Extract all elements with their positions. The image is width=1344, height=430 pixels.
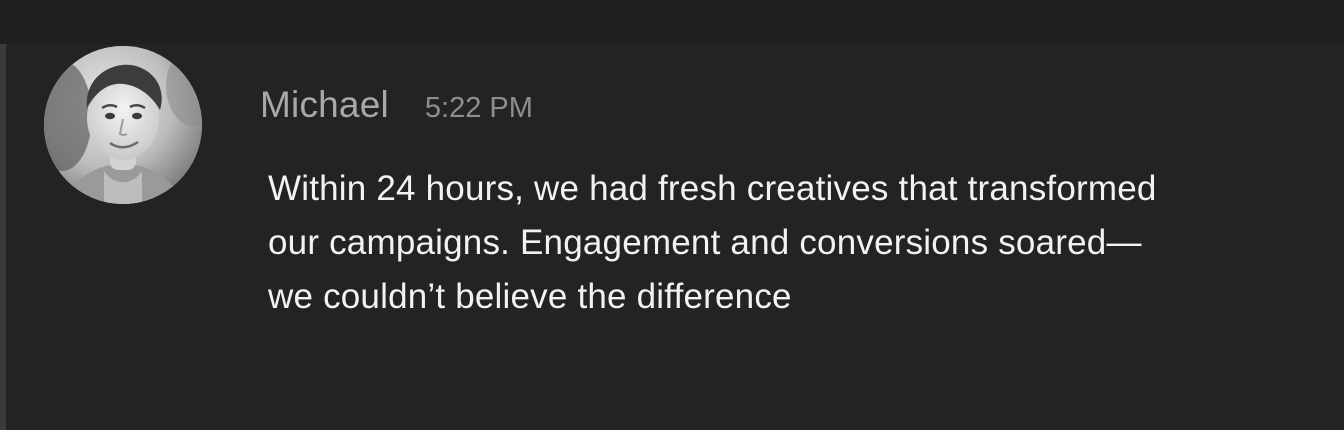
message-line: our campaigns. Engagement and conversion… (268, 223, 1142, 262)
chat-message: Michael 5:22 PM Within 24 hours, we had … (6, 44, 1344, 430)
message-header: Michael 5:22 PM (260, 84, 533, 126)
message-body: Within 24 hours, we had fresh creatives … (268, 162, 1328, 324)
top-bar (0, 0, 1344, 44)
chat-frame: Michael 5:22 PM Within 24 hours, we had … (0, 0, 1344, 430)
user-avatar-icon (44, 46, 202, 204)
avatar[interactable] (44, 46, 202, 204)
message-timestamp[interactable]: 5:22 PM (425, 92, 533, 125)
author-name[interactable]: Michael (260, 84, 389, 126)
message-line: Within 24 hours, we had fresh creatives … (268, 169, 1157, 208)
message-line: we couldn’t believe the difference (268, 277, 792, 316)
